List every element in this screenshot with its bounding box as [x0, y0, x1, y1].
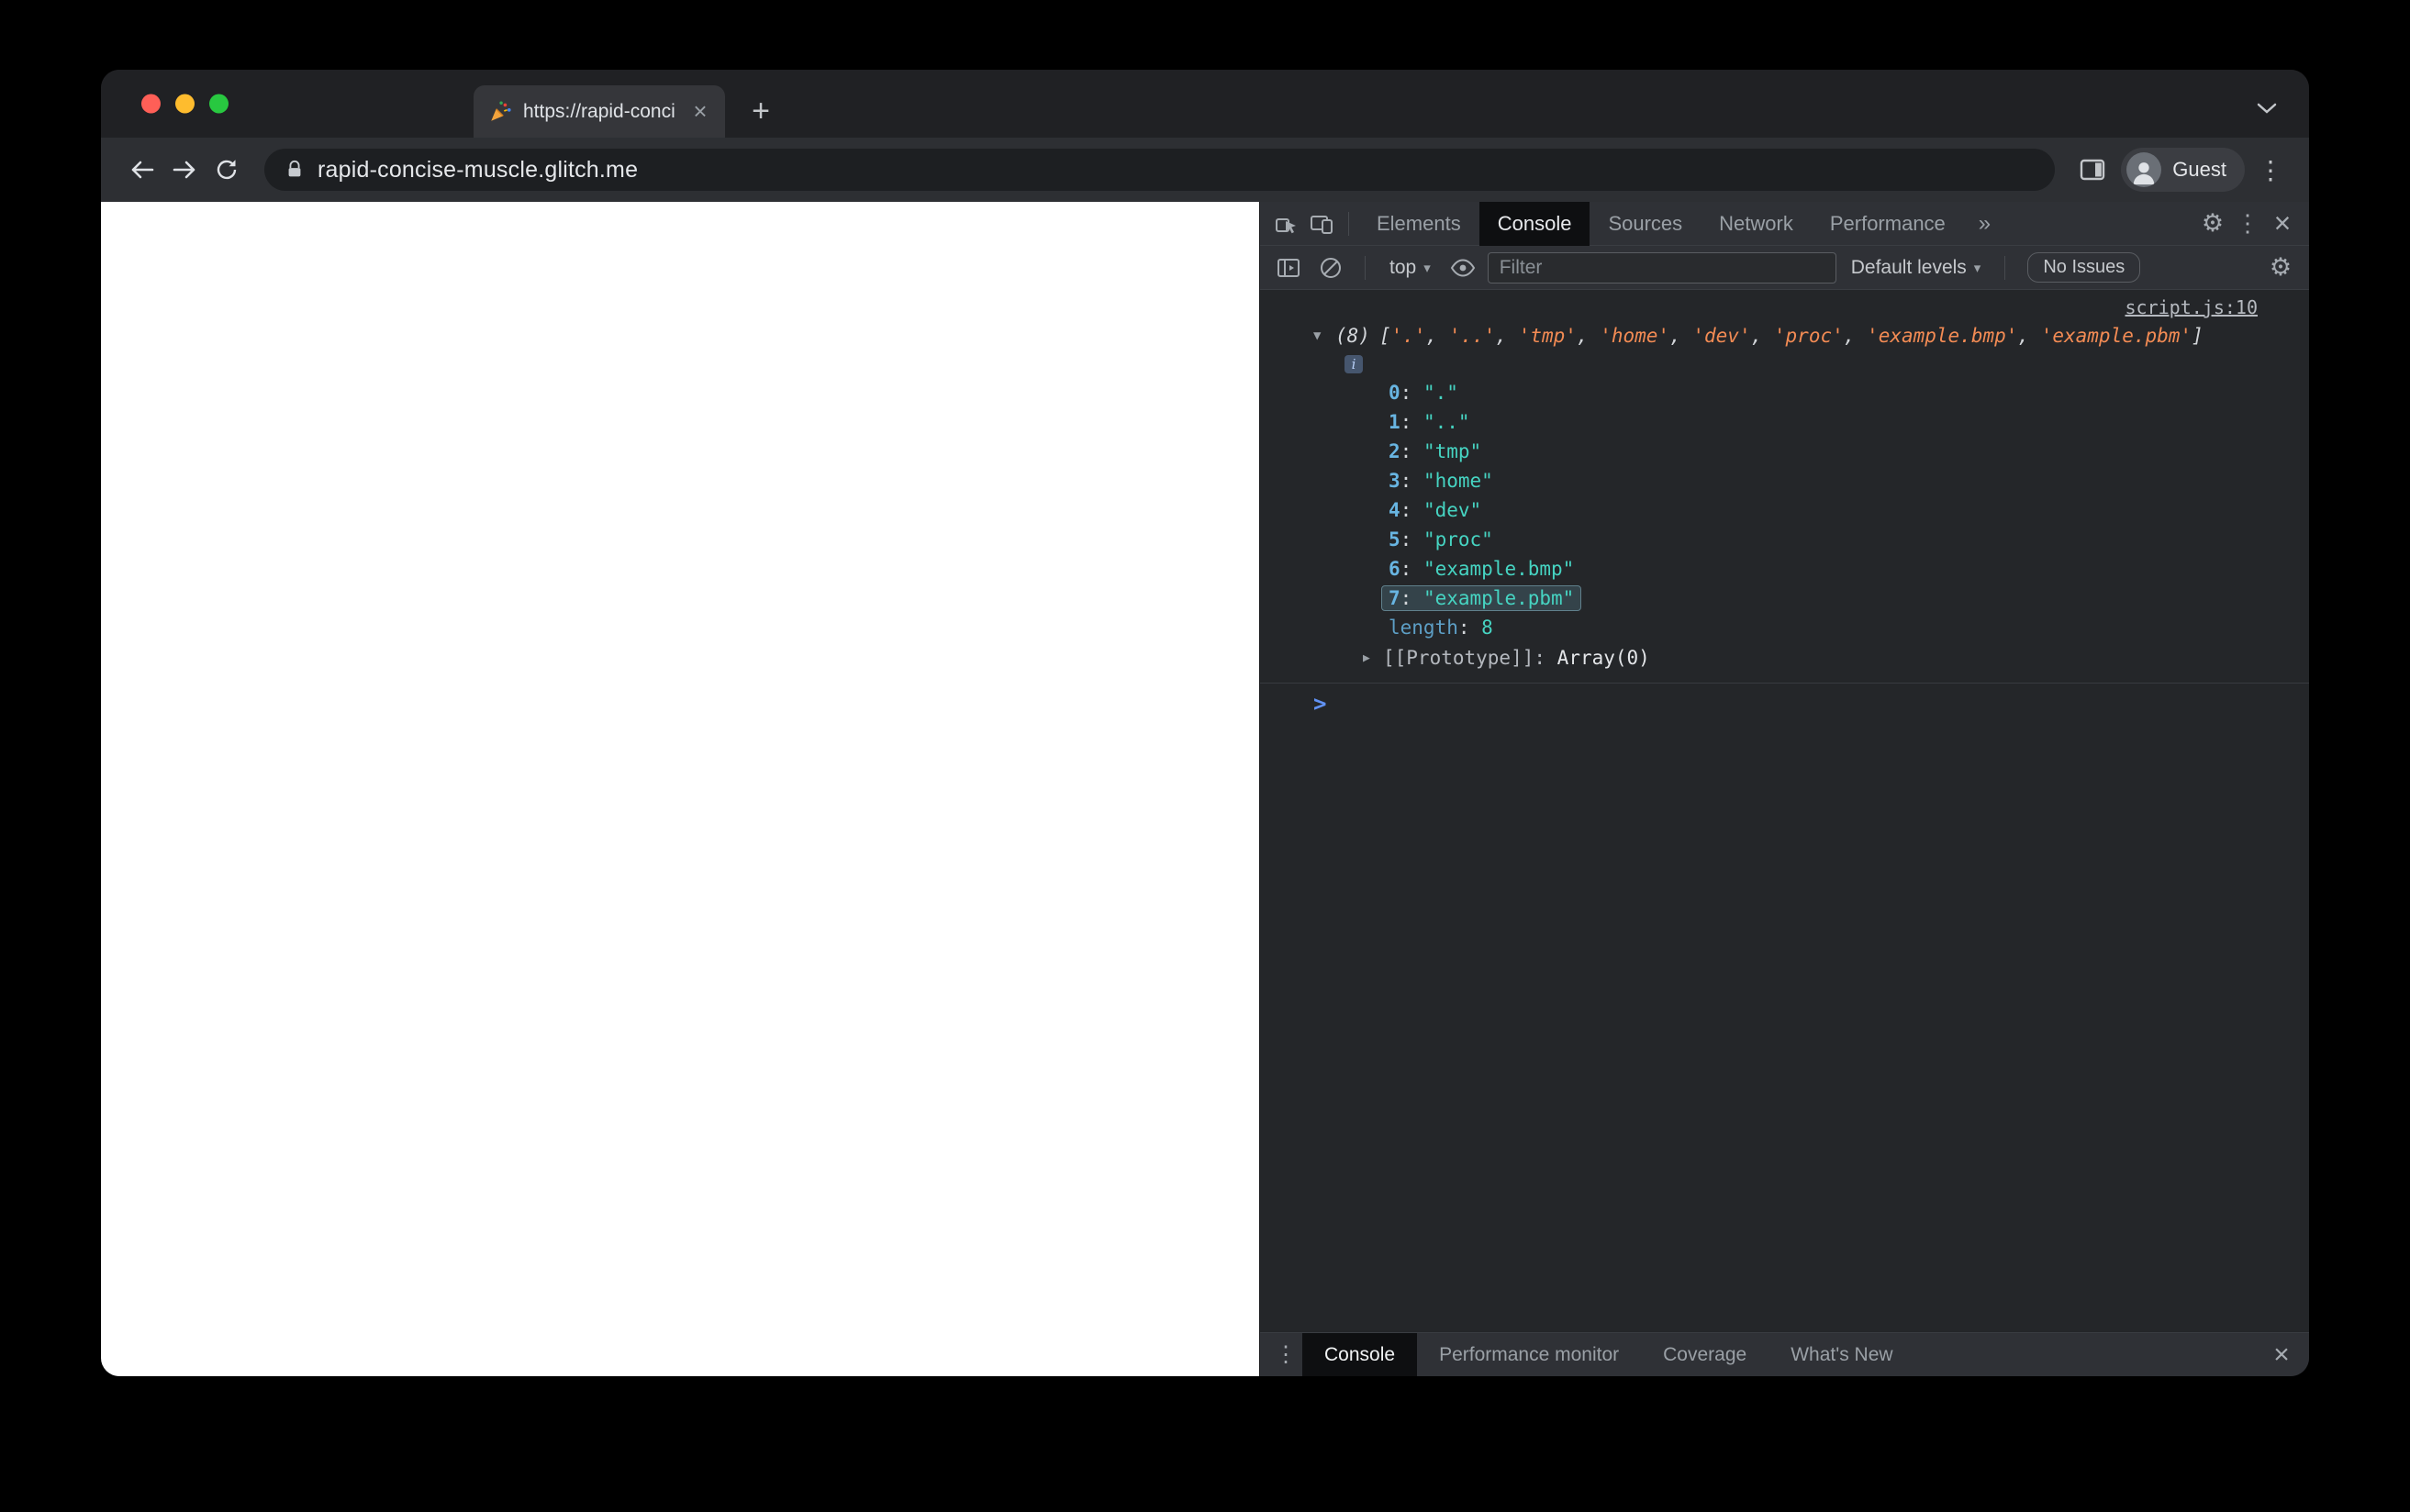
console-property-row[interactable]: 2: "tmp" — [1260, 437, 2309, 466]
source-link-row: script.js:10 — [1260, 294, 2309, 321]
browser-tab[interactable]: https://rapid-concise-muscle.g × — [474, 85, 725, 138]
prompt-chevron-icon: > — [1313, 691, 1327, 717]
separator — [1348, 211, 1349, 236]
console-toolbar: top ▾ Default levels ▾ No Issues ⚙ — [1260, 246, 2309, 290]
console-sidebar-toggle-icon[interactable] — [1271, 250, 1306, 285]
tab-close-icon[interactable]: × — [686, 97, 714, 126]
drawer-menu-kebab-icon[interactable]: ⋮ — [1269, 1333, 1302, 1377]
devtools-tab-network[interactable]: Network — [1701, 202, 1812, 246]
console-message: script.js:10 ▼ (8) [ '.', '..', 'tmp', '… — [1260, 290, 2309, 684]
devtools-tabbar: Elements Console Sources Network Performance… — [1260, 201, 2309, 246]
info-row: i — [1260, 350, 2309, 378]
tab-search-chevron-icon[interactable] — [2256, 102, 2278, 119]
bracket-close: ] — [2192, 325, 2204, 347]
console-property-row[interactable]: 1: ".." — [1260, 407, 2309, 437]
device-toolbar-icon[interactable] — [1304, 206, 1339, 241]
separator — [2004, 255, 2006, 280]
console-property-row[interactable]: 7: "example.pbm" — [1260, 584, 2309, 613]
prototype-value: Array(0) — [1556, 647, 1650, 669]
log-levels-label: Default levels — [1850, 256, 1967, 278]
console-property-row[interactable]: length: 8 — [1260, 613, 2309, 642]
drawer-tab-what-s-new[interactable]: What's New — [1768, 1333, 1914, 1377]
browser-toolbar: rapid-concise-muscle.glitch.me Guest ⋮ — [101, 138, 2309, 202]
devtools-tabs: Elements Console Sources Network Performance — [1358, 201, 1964, 246]
array-preview-items: '.', '..', 'tmp', 'home', 'dev', 'proc',… — [1390, 325, 2192, 347]
back-button[interactable] — [121, 149, 163, 191]
inspect-element-icon[interactable] — [1269, 206, 1304, 241]
devtools-drawer: ⋮ Console Performance monitor Coverage What… — [1260, 1332, 2309, 1376]
bracket-open: [ — [1378, 325, 1391, 347]
console-property-row[interactable]: 6: "example.bmp" — [1260, 554, 2309, 584]
console-property-row[interactable]: 5: "proc" — [1260, 525, 2309, 554]
clear-console-icon[interactable] — [1313, 250, 1348, 285]
console-property-row[interactable]: 0: "." — [1260, 378, 2309, 407]
array-count: (8) — [1335, 325, 1370, 347]
console-messages[interactable]: script.js:10 ▼ (8) [ '.', '..', 'tmp', '… — [1260, 290, 2309, 1332]
source-link[interactable]: script.js:10 — [2125, 296, 2259, 318]
profile-label: Guest — [2172, 158, 2226, 181]
caret-down-icon: ▾ — [1423, 260, 1431, 276]
prototype-colon: : — [1534, 647, 1557, 669]
devtools-tab-sources[interactable]: Sources — [1590, 202, 1701, 246]
devtools-close-icon[interactable]: × — [2265, 206, 2300, 241]
browser-menu-kebab-icon[interactable]: ⋮ — [2252, 149, 2289, 191]
context-selector[interactable]: top ▾ — [1382, 257, 1438, 279]
minimize-window-button[interactable] — [175, 94, 195, 114]
zoom-window-button[interactable] — [209, 94, 229, 114]
lock-icon — [288, 160, 301, 177]
caret-down-icon: ▾ — [1973, 260, 1981, 276]
tab-title: https://rapid-concise-muscle.g — [523, 100, 675, 122]
drawer-close-icon[interactable]: × — [2263, 1333, 2300, 1377]
devtools-menu-kebab-icon[interactable]: ⋮ — [2230, 206, 2265, 241]
array-preview[interactable]: ▼ (8) [ '.', '..', 'tmp', 'home', 'dev',… — [1260, 321, 2309, 350]
profile-chip[interactable]: Guest — [2121, 148, 2245, 192]
avatar — [2126, 152, 2162, 187]
separator — [1365, 255, 1366, 280]
console-property-row[interactable]: 3: "home" — [1260, 466, 2309, 495]
drawer-tab-console[interactable]: Console — [1302, 1332, 1418, 1376]
forward-button[interactable] — [163, 149, 206, 191]
console-filter-input[interactable] — [1487, 251, 1836, 284]
console-property-row[interactable]: 4: "dev" — [1260, 495, 2309, 525]
expand-triangle-icon[interactable]: ▶ — [1363, 651, 1383, 665]
console-properties: 0: "." 1: ".." 2: "tmp" 3: "home" 4: "dev" 5:… — [1260, 378, 2309, 642]
window-controls — [141, 94, 229, 114]
console-prompt[interactable]: > — [1260, 684, 2309, 724]
devtools-tab-performance[interactable]: Performance — [1812, 202, 1964, 246]
live-expression-eye-icon[interactable] — [1445, 250, 1480, 285]
devtools-tab-console[interactable]: Console — [1478, 201, 1590, 246]
devtools-tab-elements[interactable]: Elements — [1358, 202, 1479, 246]
collapse-triangle-icon[interactable]: ▼ — [1313, 328, 1335, 343]
page-content[interactable] — [101, 202, 1259, 1376]
browser-window: https://rapid-concise-muscle.g × + — [101, 70, 2309, 1376]
info-icon: i — [1344, 355, 1363, 373]
prototype-row[interactable]: ▶ [[Prototype]] : Array(0) — [1260, 642, 2309, 673]
issues-badge[interactable]: No Issues — [2027, 252, 2141, 283]
side-panel-button[interactable] — [2071, 149, 2114, 191]
more-tabs-button[interactable]: » — [1964, 211, 2005, 237]
drawer-tabs: Console Performance monitor Coverage What's… — [1302, 1332, 1915, 1377]
window-content: Elements Console Sources Network Performance… — [101, 201, 2309, 1376]
console-settings-gear-icon[interactable]: ⚙ — [2263, 250, 2298, 285]
address-bar[interactable]: rapid-concise-muscle.glitch.me — [264, 149, 2056, 191]
log-levels-selector[interactable]: Default levels ▾ — [1844, 257, 1989, 279]
party-popper-favicon-icon — [491, 101, 511, 121]
new-tab-button[interactable]: + — [743, 94, 778, 128]
drawer-tab-performance-monitor[interactable]: Performance monitor — [1417, 1333, 1641, 1377]
url-text: rapid-concise-muscle.glitch.me — [318, 156, 639, 183]
devtools-panel: Elements Console Sources Network Performance… — [1259, 201, 2309, 1376]
reload-button[interactable] — [206, 149, 248, 191]
close-window-button[interactable] — [141, 94, 161, 114]
context-label: top — [1389, 256, 1417, 278]
devtools-tabbar-actions: ⚙ ⋮ × — [2195, 206, 2300, 241]
prototype-label: [[Prototype]] — [1383, 647, 1534, 669]
tab-strip: https://rapid-concise-muscle.g × + — [101, 70, 2309, 138]
drawer-tab-coverage[interactable]: Coverage — [1641, 1333, 1768, 1377]
devtools-settings-gear-icon[interactable]: ⚙ — [2195, 206, 2230, 241]
